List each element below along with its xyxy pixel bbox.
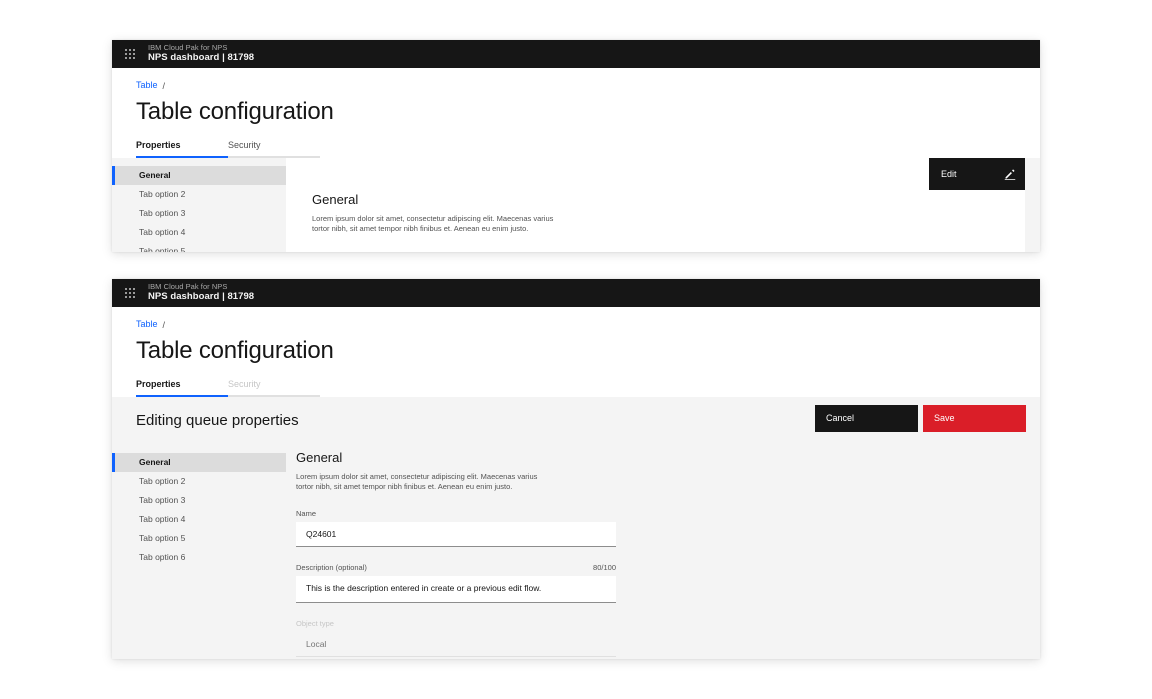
page-title: Table configuration	[136, 98, 334, 125]
tab-properties[interactable]: Properties	[136, 375, 228, 397]
object-type-field-label: Object type	[296, 619, 334, 629]
side-nav-view: General Tab option 2 Tab option 3 Tab op…	[112, 157, 286, 252]
sidebar-item-tab-option-4[interactable]: Tab option 4	[112, 223, 286, 242]
name-input[interactable]	[296, 522, 616, 548]
view-state-window: IBM Cloud Pak for NPS NPS dashboard | 81…	[112, 40, 1040, 252]
sidebar-item-tab-option-6[interactable]: Tab option 6	[112, 548, 286, 567]
tab-security[interactable]: Security	[228, 136, 320, 158]
edit-state-window: IBM Cloud Pak for NPS NPS dashboard | 81…	[112, 279, 1040, 659]
product-header-edit: IBM Cloud Pak for NPS NPS dashboard | 81…	[112, 279, 1040, 307]
edit-button-label: Edit	[941, 168, 957, 179]
page-header-view: Table / Table configuration Properties S…	[112, 68, 1040, 158]
breadcrumb-link-table[interactable]: Table	[136, 319, 158, 330]
sidebar-item-tab-option-4[interactable]: Tab option 4	[112, 510, 286, 529]
breadcrumb: Table /	[136, 68, 1040, 91]
breadcrumb-separator: /	[162, 319, 166, 330]
edit-bar-actions: Cancel Save	[815, 404, 1026, 432]
app-name: NPS dashboard | 81798	[148, 52, 255, 64]
sidebar-item-general[interactable]: General	[112, 452, 286, 472]
save-button[interactable]: Save	[923, 404, 1026, 432]
description-label-row: Description (optional) 80/100	[296, 563, 616, 576]
view-body: General Tab option 2 Tab option 3 Tab op…	[112, 157, 1040, 252]
app-switcher-grid-icon[interactable]	[112, 40, 148, 68]
suite-name: IBM Cloud Pak for NPS	[148, 42, 228, 52]
page-title: Table configuration	[136, 337, 334, 364]
edit-form-pane: General Lorem ipsum dolor sit amet, cons…	[286, 445, 1040, 659]
section-description: Lorem ipsum dolor sit amet, consectetur …	[296, 471, 538, 492]
tab-security: Security	[228, 375, 320, 397]
edit-pencil-icon	[1004, 169, 1016, 180]
sidebar-item-general[interactable]: General	[112, 165, 286, 185]
sidebar-item-tab-option-2[interactable]: Tab option 2	[112, 185, 286, 204]
section-title-general: General	[312, 191, 359, 207]
object-type-input	[296, 632, 616, 658]
name-field-label: Name	[296, 509, 317, 519]
edit-bar-title: Editing queue properties	[136, 412, 299, 430]
product-header: IBM Cloud Pak for NPS NPS dashboard | 81…	[112, 40, 1040, 68]
breadcrumb-link-table[interactable]: Table	[136, 80, 158, 91]
description-char-counter: 80/100	[593, 563, 616, 573]
sidebar-item-tab-option-3[interactable]: Tab option 3	[112, 204, 286, 223]
section-description: Lorem ipsum dolor sit amet, consectetur …	[312, 213, 554, 234]
sidebar-item-tab-option-5[interactable]: Tab option 5	[112, 529, 286, 548]
tab-list-edit: Properties Security	[136, 375, 1040, 397]
product-titles: IBM Cloud Pak for NPS NPS dashboard | 81…	[148, 42, 255, 65]
product-titles-edit: IBM Cloud Pak for NPS NPS dashboard | 81…	[148, 281, 255, 304]
sidebar-item-tab-option-3[interactable]: Tab option 3	[112, 491, 286, 510]
side-nav-edit: General Tab option 2 Tab option 3 Tab op…	[112, 444, 286, 659]
breadcrumb-separator: /	[162, 80, 166, 91]
description-field-group: Description (optional) 80/100	[296, 563, 616, 604]
page-header-edit: Table / Table configuration Properties S…	[112, 307, 1040, 397]
edit-action-bar: Editing queue properties Cancel Save	[112, 396, 1040, 445]
tab-properties[interactable]: Properties	[136, 136, 228, 158]
app-switcher-grid-icon[interactable]	[112, 279, 148, 307]
tab-list-view: Properties Security	[136, 136, 1040, 158]
object-type-field-group: Object type	[296, 619, 616, 658]
sidebar-item-tab-option-2[interactable]: Tab option 2	[112, 472, 286, 491]
name-field-group: Name	[296, 509, 616, 548]
edit-button[interactable]: Edit	[929, 157, 1025, 190]
breadcrumb: Table /	[136, 307, 1040, 330]
suite-name: IBM Cloud Pak for NPS	[148, 281, 228, 291]
edit-body: General Tab option 2 Tab option 3 Tab op…	[112, 444, 1040, 659]
sidebar-item-tab-option-5[interactable]: Tab option 5	[112, 242, 286, 252]
name-label-row: Name	[296, 509, 616, 522]
object-type-label-row: Object type	[296, 619, 616, 632]
description-textarea[interactable]	[296, 576, 616, 604]
app-name: NPS dashboard | 81798	[148, 291, 255, 303]
description-field-label: Description (optional)	[296, 563, 367, 573]
cancel-button[interactable]: Cancel	[815, 404, 918, 432]
view-content-pane: Edit General Lorem ipsum dolor sit amet,…	[286, 157, 1025, 252]
section-title-general: General	[296, 449, 343, 465]
